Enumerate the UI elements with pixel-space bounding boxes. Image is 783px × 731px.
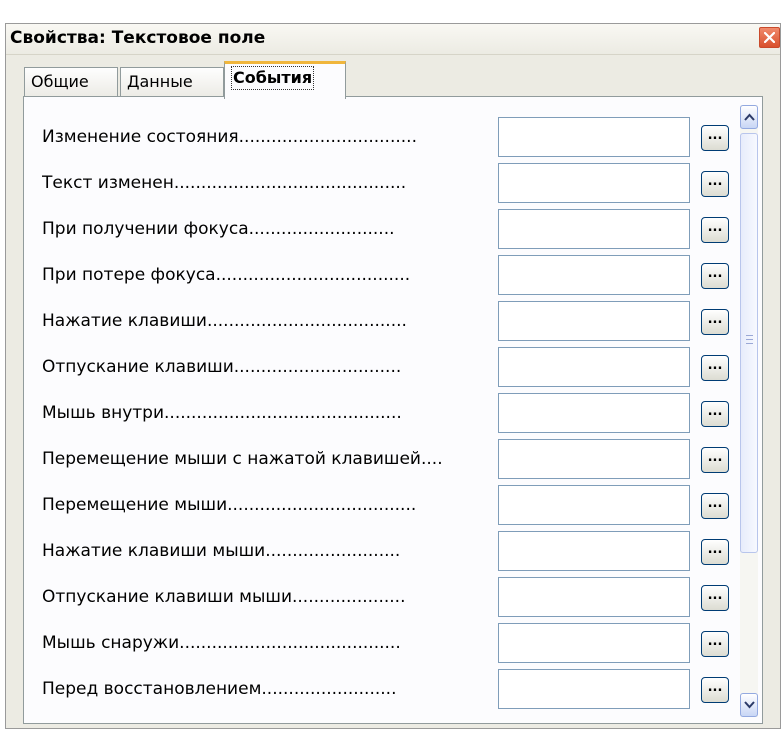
event-field[interactable] xyxy=(498,393,690,433)
tab-data-label: Данные xyxy=(127,72,193,91)
event-label: Перед восстановлением...................… xyxy=(42,679,397,699)
event-field[interactable] xyxy=(498,163,690,203)
assign-macro-button[interactable]: ... xyxy=(701,125,729,151)
event-field[interactable] xyxy=(498,531,690,571)
assign-macro-button[interactable]: ... xyxy=(701,447,729,473)
event-field[interactable] xyxy=(498,209,690,249)
event-label: Мышь внутри.............................… xyxy=(42,403,402,423)
grip-icon xyxy=(746,335,753,344)
tab-events-label: События xyxy=(231,66,315,90)
close-button[interactable] xyxy=(759,27,780,48)
scroll-up-button[interactable] xyxy=(740,105,758,129)
properties-dialog: Свойства: Текстовое поле Общие Данные Со… xyxy=(5,23,781,729)
event-field[interactable] xyxy=(498,623,690,663)
assign-macro-button[interactable]: ... xyxy=(701,401,729,427)
events-panel: Изменение состояния.....................… xyxy=(23,96,763,724)
event-field[interactable] xyxy=(498,117,690,157)
assign-macro-button[interactable]: ... xyxy=(701,355,729,381)
scroll-down-button[interactable] xyxy=(740,693,758,717)
event-label: Мышь снаружи............................… xyxy=(42,633,401,653)
chevron-up-icon xyxy=(744,113,755,121)
event-label: При получении фокуса....................… xyxy=(42,219,395,239)
event-field[interactable] xyxy=(498,301,690,341)
assign-macro-button[interactable]: ... xyxy=(701,493,729,519)
event-field[interactable] xyxy=(498,347,690,387)
event-label: Отпускание клавиши мыши.................… xyxy=(42,587,406,607)
assign-macro-button[interactable]: ... xyxy=(701,309,729,335)
vertical-scrollbar[interactable] xyxy=(740,105,758,717)
event-field[interactable] xyxy=(498,669,690,709)
event-field[interactable] xyxy=(498,255,690,295)
tab-general[interactable]: Общие xyxy=(24,67,118,97)
title-bar[interactable]: Свойства: Текстовое поле xyxy=(6,24,780,55)
event-field[interactable] xyxy=(498,577,690,617)
event-field[interactable] xyxy=(498,485,690,525)
tab-general-label: Общие xyxy=(31,72,89,91)
tab-events[interactable]: События xyxy=(224,61,346,99)
event-label: Текст изменен...........................… xyxy=(42,173,407,193)
event-label: Нажатие клавиши мыши....................… xyxy=(42,541,401,561)
chevron-down-icon xyxy=(744,701,755,709)
assign-macro-button[interactable]: ... xyxy=(701,677,729,703)
window-title: Свойства: Текстовое поле xyxy=(10,28,266,48)
tab-data[interactable]: Данные xyxy=(120,67,224,97)
event-label: Отпускание клавиши......................… xyxy=(42,357,402,377)
assign-macro-button[interactable]: ... xyxy=(701,171,729,197)
event-label: Изменение состояния.....................… xyxy=(42,127,417,147)
close-icon xyxy=(764,32,775,43)
assign-macro-button[interactable]: ... xyxy=(701,585,729,611)
event-field[interactable] xyxy=(498,439,690,479)
assign-macro-button[interactable]: ... xyxy=(701,217,729,243)
event-label: Перемещение мыши с нажатой клавишей.... xyxy=(42,449,443,469)
event-label: Перемещение мыши........................… xyxy=(42,495,417,515)
event-label: Нажатие клавиши.........................… xyxy=(42,311,407,331)
event-label: При потере фокуса.......................… xyxy=(42,265,411,285)
assign-macro-button[interactable]: ... xyxy=(701,539,729,565)
assign-macro-button[interactable]: ... xyxy=(701,263,729,289)
assign-macro-button[interactable]: ... xyxy=(701,631,729,657)
scroll-thumb[interactable] xyxy=(740,133,758,553)
